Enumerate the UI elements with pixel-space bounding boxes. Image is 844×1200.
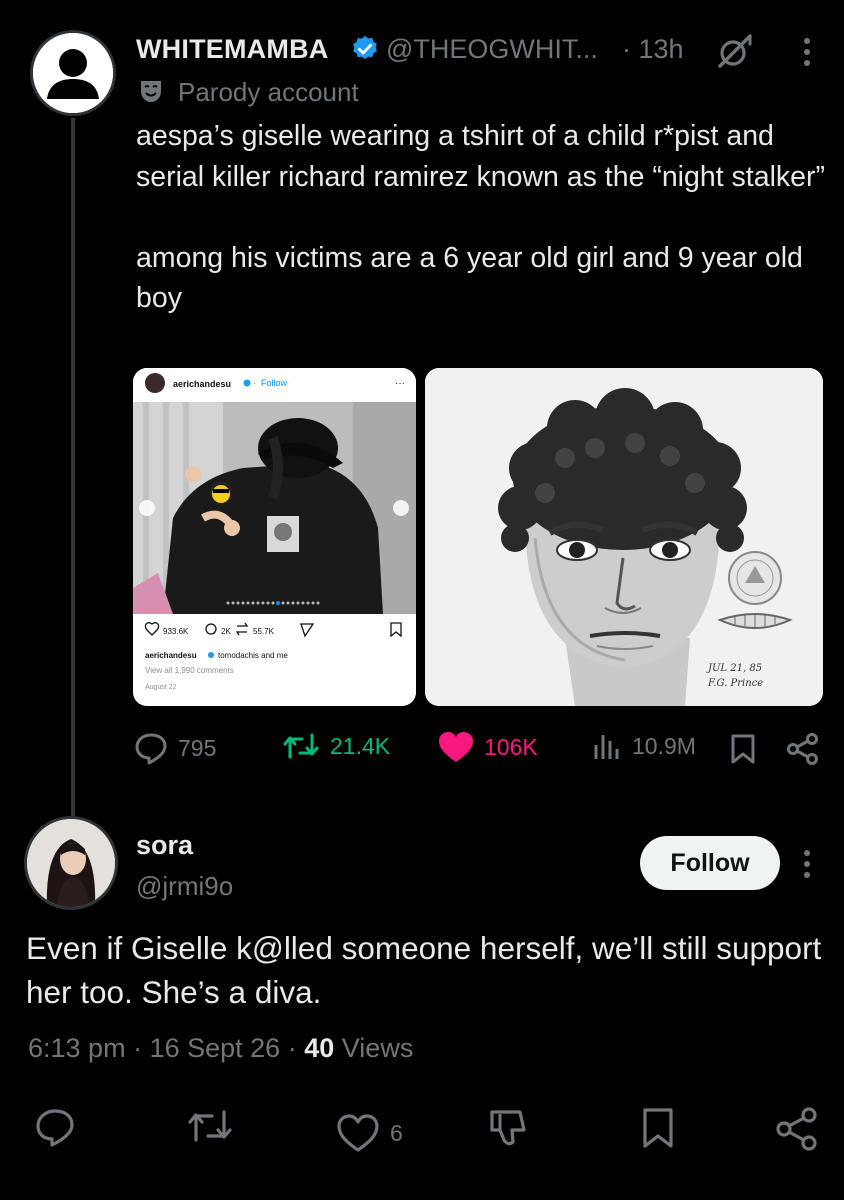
avatar-default[interactable] xyxy=(30,30,116,116)
ig-date: August 22 xyxy=(145,684,177,691)
ig-reposts: 55.7K xyxy=(253,627,275,636)
like-count: 106K xyxy=(484,733,538,760)
views-count: 10.9M xyxy=(632,732,696,759)
bookmark-icon[interactable] xyxy=(728,733,758,765)
avatar[interactable] xyxy=(24,816,118,910)
display-name[interactable]: WHITEMAMBA xyxy=(136,34,328,65)
reply-display-name[interactable]: sora xyxy=(136,830,193,861)
ig-likes: 933.6K xyxy=(163,627,189,636)
svg-text:·: · xyxy=(253,378,256,388)
ig-view-comments: View all 1,990 comments xyxy=(145,666,234,675)
media-image-sketch[interactable]: JUL 21, 85 F.G. Prince xyxy=(425,368,823,706)
reply-text: Even if Giselle k@lled someone herself, … xyxy=(26,930,822,1010)
share-icon[interactable] xyxy=(786,733,820,765)
handle[interactable]: @THEOGWHIT... xyxy=(386,34,598,65)
like-button[interactable]: 106K xyxy=(438,731,538,763)
media-image-instagram[interactable]: aerichandesu · Follow ··· 933.6K 2K 55.7… xyxy=(133,368,416,706)
reply-icon[interactable] xyxy=(34,1106,76,1160)
downvote-icon[interactable] xyxy=(486,1106,530,1160)
ig-comments: 2K xyxy=(221,627,231,636)
repost-icon[interactable] xyxy=(186,1106,234,1160)
more-options-icon[interactable] xyxy=(792,34,822,70)
reply-like-count: 6 xyxy=(390,1119,403,1146)
ig-caption: tomodachis and me xyxy=(218,651,288,660)
thread-line xyxy=(71,118,75,818)
reply-time[interactable]: 6:13 pm xyxy=(28,1033,126,1063)
reply-meta: 6:13 pm · 16 Sept 26 · 40 Views xyxy=(28,1033,414,1063)
reply-handle[interactable]: @jrmi9o xyxy=(136,871,233,902)
views-button[interactable]: 10.9M xyxy=(592,731,696,761)
more-options-icon[interactable] xyxy=(794,846,820,882)
repost-button[interactable]: 21.4K xyxy=(282,731,390,761)
timestamp[interactable]: · 13h xyxy=(622,34,684,65)
reply-views-label: Views xyxy=(341,1033,414,1063)
svg-text:···: ··· xyxy=(395,378,405,389)
reply-button[interactable]: 795 xyxy=(134,731,216,765)
parody-label: Parody account xyxy=(178,77,359,107)
repost-count: 21.4K xyxy=(330,732,391,759)
like-button[interactable]: 6 xyxy=(336,1106,403,1160)
follow-button[interactable]: Follow xyxy=(640,836,780,890)
svg-text:JUL 21, 85: JUL 21, 85 xyxy=(706,663,762,674)
reply-views-count: 40 xyxy=(304,1033,335,1063)
reply-count: 795 xyxy=(178,734,217,761)
grok-icon[interactable] xyxy=(714,30,756,72)
reply-date[interactable]: 16 Sept 26 xyxy=(150,1033,281,1063)
svg-text:F.G. Prince: F.G. Prince xyxy=(707,678,763,689)
verified-badge-icon xyxy=(350,34,380,64)
tweet-text: aespa’s giselle wearing a tshirt of a ch… xyxy=(136,120,825,314)
ig-follow: Follow xyxy=(261,378,288,388)
ig-account-name: aerichandesu xyxy=(173,379,231,389)
parody-mask-icon xyxy=(138,78,164,104)
share-icon[interactable] xyxy=(774,1106,820,1160)
bookmark-icon[interactable] xyxy=(638,1106,678,1160)
ig-caption-account: aerichandesu xyxy=(145,651,197,660)
